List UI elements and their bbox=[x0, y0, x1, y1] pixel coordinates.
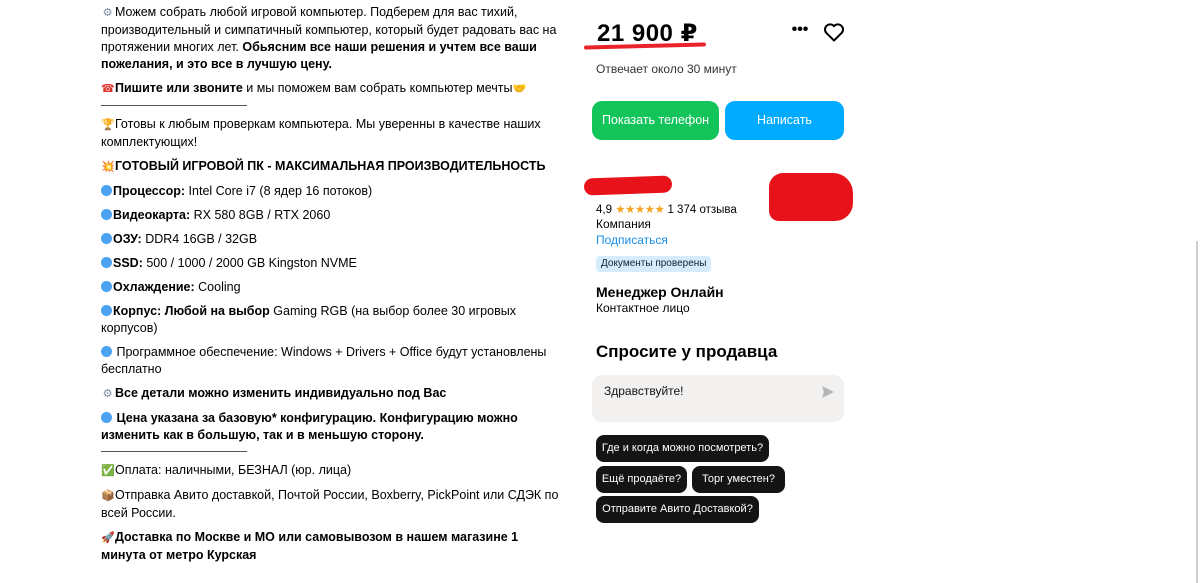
listing-description: ⚙ Можем собрать любой игровой компьютер. … bbox=[101, 4, 561, 571]
spec-heading-text: ГОТОВЫЙ ИГРОВОЙ ПК - МАКСИМАЛЬНАЯ ПРОИЗВ… bbox=[115, 159, 546, 173]
delivery-text: Доставка по Москве и МО или самовывозом … bbox=[101, 530, 519, 562]
blue-dot-icon bbox=[101, 412, 112, 423]
rocket-icon: 🚀 bbox=[101, 532, 115, 544]
blue-dot-icon bbox=[101, 346, 112, 357]
message-text: Здравствуйте! bbox=[604, 384, 684, 398]
spec-label: SSD: bbox=[113, 256, 143, 270]
quick-question-chip[interactable]: Где и когда можно посмотреть? bbox=[596, 435, 769, 462]
call-bold-text: Пишите или звоните bbox=[115, 81, 243, 95]
gear-icon: ⚙ bbox=[102, 388, 113, 400]
spec-case: Корпус: Любой на выбор Gaming RGB (на вы… bbox=[101, 303, 561, 337]
documents-verified-badge: Документы проверены bbox=[596, 256, 712, 272]
star-icons: ★★★★★ bbox=[615, 204, 665, 216]
contact-role: Контактное лицо bbox=[596, 301, 690, 315]
spec-value: 500 / 1000 / 2000 GB Kingston NVME bbox=[142, 256, 357, 270]
blue-dot-icon bbox=[101, 305, 112, 316]
call-paragraph: ☎Пишите или звоните и мы поможем вам соб… bbox=[101, 80, 561, 98]
message-input[interactable]: Здравствуйте! bbox=[592, 375, 844, 422]
blue-dot-icon bbox=[101, 209, 112, 220]
boom-icon: 💥 bbox=[101, 161, 115, 173]
phone-icon: ☎ bbox=[101, 83, 115, 95]
shipping-text: Отправка Авито доставкой, Почтой России,… bbox=[101, 488, 559, 520]
trophy-icon: 🏆 bbox=[101, 119, 115, 131]
reviews-count: 1 374 отзыва bbox=[667, 204, 737, 216]
spec-label: Охлаждение: bbox=[113, 280, 195, 294]
blue-dot-icon bbox=[101, 281, 112, 292]
price-note: Цена указана за базовую* конфигурацию. К… bbox=[101, 410, 561, 444]
spec-cpu: Процессор: Intel Core i7 (8 ядер 16 пото… bbox=[101, 183, 561, 200]
call-text: и мы поможем вам собрать компьютер мечты bbox=[242, 81, 513, 95]
gear-icon: ⚙ bbox=[102, 7, 113, 19]
spec-value: DDR4 16GB / 32GB bbox=[141, 232, 258, 246]
divider bbox=[101, 451, 247, 452]
quick-question-chip[interactable]: Ещё продаёте? bbox=[596, 466, 687, 493]
seller-avatar-redaction bbox=[769, 173, 853, 221]
more-options-button[interactable]: ••• bbox=[790, 22, 810, 42]
send-icon[interactable] bbox=[821, 385, 835, 399]
ready-text: Готовы к любым проверкам компьютера. Мы … bbox=[101, 117, 541, 149]
check-icon: ✅ bbox=[101, 465, 115, 477]
software-text: Программное обеспечение: Windows + Drive… bbox=[101, 345, 547, 376]
payment-line: ✅Оплата: наличными, БЕЗНАЛ (юр. лица) bbox=[101, 462, 561, 480]
spec-ssd: SSD: 500 / 1000 / 2000 GB Kingston NVME bbox=[101, 255, 561, 272]
package-icon: 📦 bbox=[101, 490, 115, 502]
intro-paragraph: ⚙ Можем собрать любой игровой компьютер. … bbox=[101, 4, 561, 73]
ready-paragraph: 🏆Готовы к любым проверкам компьютера. Мы… bbox=[101, 116, 561, 151]
spec-ram: ОЗУ: DDR4 16GB / 32GB bbox=[101, 231, 561, 248]
seller-type: Компания bbox=[596, 217, 651, 231]
shipping-line: 📦Отправка Авито доставкой, Почтой России… bbox=[101, 487, 561, 522]
show-phone-button[interactable]: Показать телефон bbox=[592, 101, 719, 140]
scrollbar[interactable] bbox=[1196, 241, 1198, 583]
spec-cooling: Охлаждение: Cooling bbox=[101, 279, 561, 296]
change-text: Все детали можно изменить индивидуально … bbox=[115, 386, 447, 400]
heart-icon bbox=[824, 23, 844, 42]
spec-label: ОЗУ: bbox=[113, 232, 142, 246]
subscribe-link[interactable]: Подписаться bbox=[596, 233, 668, 247]
spec-gpu: Видеокарта: RX 580 8GB / RTX 2060 bbox=[101, 207, 561, 224]
price-note-text: Цена указана за базовую* конфигурацию. К… bbox=[101, 411, 518, 442]
blue-dot-icon bbox=[101, 185, 112, 196]
spec-value: Cooling bbox=[194, 280, 241, 294]
quick-question-chip[interactable]: Торг уместен? bbox=[692, 466, 785, 493]
write-message-button[interactable]: Написать bbox=[725, 101, 844, 140]
reply-time: Отвечает около 30 минут bbox=[596, 62, 737, 76]
contact-name: Менеджер Онлайн bbox=[596, 284, 724, 300]
blue-dot-icon bbox=[101, 233, 112, 244]
divider bbox=[101, 105, 247, 106]
payment-text: Оплата: наличными, БЕЗНАЛ (юр. лица) bbox=[115, 463, 352, 477]
delivery-line: 🚀Доставка по Москве и МО или самовывозом… bbox=[101, 529, 561, 564]
spec-label: Видеокарта: bbox=[113, 208, 191, 222]
spec-label: Корпус: Любой на выбор bbox=[113, 304, 270, 318]
spec-label: Процессор: bbox=[113, 184, 186, 198]
favorite-button[interactable] bbox=[822, 20, 846, 44]
change-note: ⚙ Все детали можно изменить индивидуально… bbox=[101, 385, 561, 403]
seller-name-redaction bbox=[583, 175, 673, 196]
rating-value: 4,9 bbox=[596, 204, 612, 216]
spec-value: RX 580 8GB / RTX 2060 bbox=[190, 208, 331, 222]
spec-heading: 💥ГОТОВЫЙ ИГРОВОЙ ПК - МАКСИМАЛЬНАЯ ПРОИЗ… bbox=[101, 158, 561, 176]
quick-question-chip[interactable]: Отправите Авито Доставкой? bbox=[596, 496, 759, 523]
blue-dot-icon bbox=[101, 257, 112, 268]
ask-seller-title: Спросите у продавца bbox=[596, 342, 778, 361]
spec-value: Intel Core i7 (8 ядер 16 потоков) bbox=[185, 184, 373, 198]
handshake-icon: 🤝 bbox=[512, 83, 527, 95]
seller-rating[interactable]: 4,9 ★★★★★ 1 374 отзыва bbox=[596, 202, 737, 216]
spec-software: Программное обеспечение: Windows + Drive… bbox=[101, 344, 561, 378]
